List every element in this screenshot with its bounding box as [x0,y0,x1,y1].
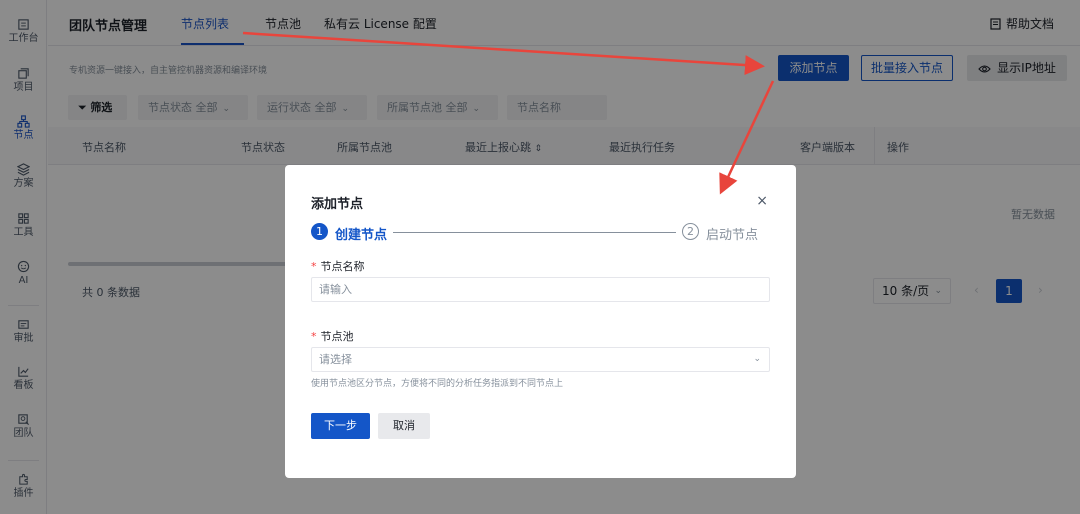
node-pool-label-text: 节点池 [320,330,354,343]
cancel-button[interactable]: 取消 [378,413,430,439]
node-name-input[interactable]: 请输入 [311,277,770,302]
required-mark: * [311,330,317,343]
step-label: 启动节点 [706,228,759,243]
step-number: 2 [682,223,699,240]
next-step-button[interactable]: 下一步 [311,413,370,439]
dialog-title: 添加节点 [311,197,364,212]
step-label: 创建节点 [335,228,388,243]
node-pool-help: 使用节点池区分节点，方便将不同的分析任务指派到不同节点上 [311,379,564,389]
close-icon[interactable]: × [756,193,768,209]
add-node-dialog: 添加节点 × 1 创建节点 2 启动节点 * 节点名称 请输入 * 节点池 请选择 ⌄… [285,165,796,478]
required-mark: * [311,260,317,273]
node-pool-label: * 节点池 [311,328,354,344]
node-name-label: * 节点名称 [311,258,365,274]
node-name-label-text: 节点名称 [320,260,365,273]
step-connector [393,232,676,233]
node-pool-placeholder: 请选择 [319,353,352,366]
node-pool-select[interactable]: 请选择 ⌄ [311,347,770,372]
step-number: 1 [311,223,328,240]
chevron-down-icon: ⌄ [753,354,761,364]
